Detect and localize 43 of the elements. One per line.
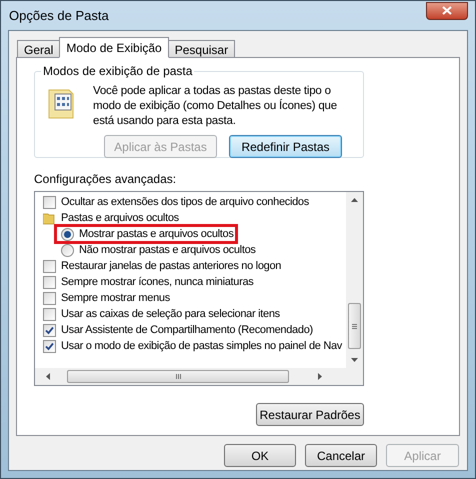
checkbox[interactable] <box>43 196 56 208</box>
description-text: Você pode aplicar a todas as pastas deste tipo o modo de exibição (como Detalhes ou Ícones) que está usando para esta pasta. <box>93 84 338 129</box>
checkbox[interactable] <box>43 324 56 336</box>
tab[interactable]: Geral <box>17 40 60 58</box>
group-title: Modos de exibição de pasta <box>41 64 194 78</box>
option-label: Mostrar pastas e arquivos ocultos <box>79 226 234 242</box>
window-title: Opções de Pasta <box>8 6 109 25</box>
checkbox[interactable] <box>43 276 56 288</box>
option-label: Usar o modo de exibição de pastas simples no painel de Nav <box>61 338 342 354</box>
option-label: Ocultar as extensões dos tipos de arquivo conhecidos <box>61 194 309 210</box>
group-label: Pastas e arquivos ocultos <box>61 210 179 226</box>
restore-defaults-button[interactable]: Restaurar Padrões <box>256 403 364 426</box>
tab[interactable]: Modo de Exibição <box>59 37 169 58</box>
option-label: Não mostrar pastas e arquivos ocultos <box>79 242 256 258</box>
option-label: Sempre mostrar menus <box>61 290 170 306</box>
checkbox[interactable] <box>43 292 56 304</box>
radio-button[interactable] <box>61 228 74 240</box>
dialog-button[interactable]: Cancelar <box>305 444 377 467</box>
scrollbar-thumb[interactable] <box>348 303 361 349</box>
scroll-up-icon <box>351 198 358 202</box>
vertical-scrollbar[interactable] <box>346 192 363 368</box>
grip-icon <box>352 324 357 328</box>
checkbox[interactable] <box>43 308 56 320</box>
radio-button[interactable] <box>61 244 74 256</box>
reset-button[interactable]: Redefinir Pastas <box>229 135 342 158</box>
option-label: Sempre mostrar ícones, nunca miniaturas <box>61 274 254 290</box>
scrollbar-thumb[interactable] <box>67 370 289 383</box>
scroll-left-icon <box>46 373 50 380</box>
dialog-button[interactable]: OK <box>224 444 296 467</box>
close-button[interactable] <box>426 2 468 20</box>
option-label: Usar Assistente de Compartilhamento (Recomendado) <box>61 322 313 338</box>
scroll-right-icon <box>318 373 322 380</box>
option-label: Restaurar janelas de pastas anteriores no logon <box>61 258 282 274</box>
checkbox[interactable] <box>43 260 56 272</box>
grip-icon <box>176 374 180 379</box>
close-icon <box>442 6 452 15</box>
scroll-down-icon <box>351 358 358 362</box>
option-label: Usar as caixas de seleção para selecionar itens <box>61 306 280 322</box>
folder-icon <box>43 212 56 224</box>
horizontal-scrollbar[interactable] <box>35 368 363 385</box>
section-label: Configurações avançadas: <box>34 172 178 186</box>
tab[interactable]: Pesquisar <box>168 40 236 58</box>
checkbox[interactable] <box>43 340 56 352</box>
